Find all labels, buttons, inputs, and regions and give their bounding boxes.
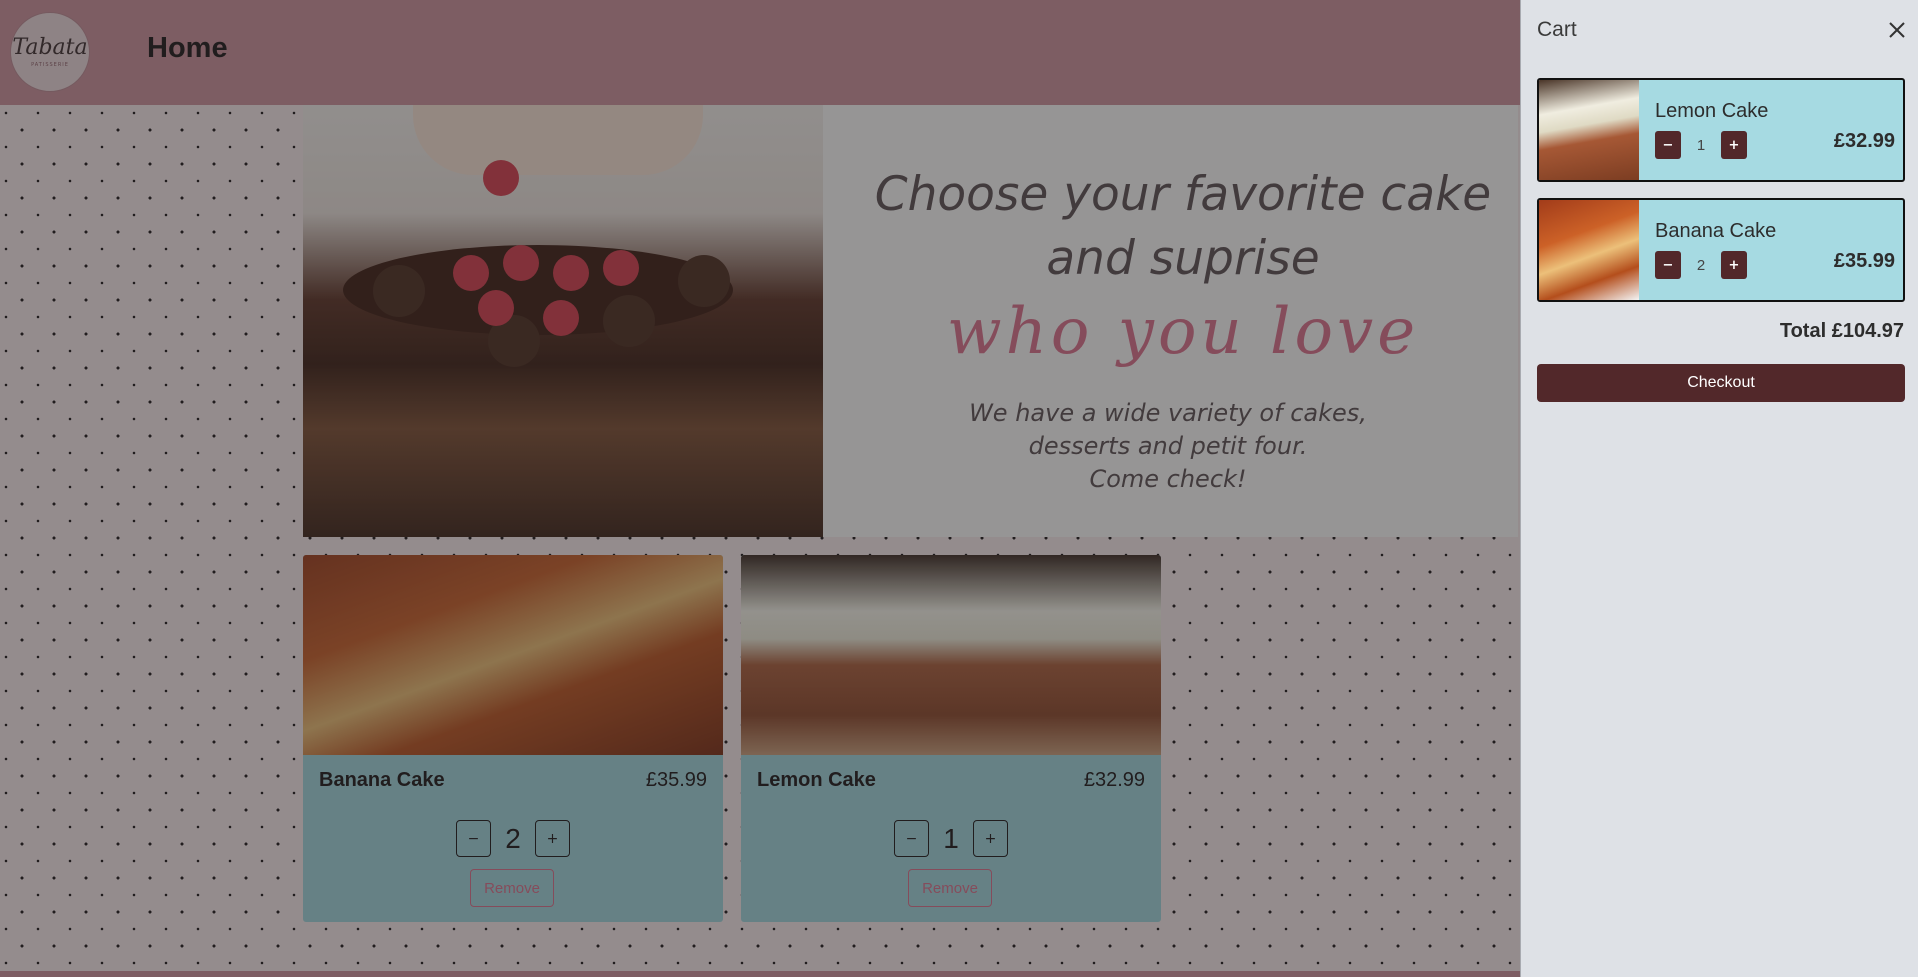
cart-panel: Cart Lemon Cake − 1 + £32.99 Banana Cake… [1520, 0, 1918, 977]
cart-item-name: Lemon Cake [1655, 100, 1769, 122]
cart-item-price: £35.99 [1833, 250, 1895, 272]
modal-backdrop[interactable] [0, 0, 1520, 977]
increase-button[interactable]: + [1721, 251, 1747, 279]
checkout-button[interactable]: Checkout [1537, 364, 1905, 402]
cart-item-name: Banana Cake [1655, 220, 1777, 242]
cart-title: Cart [1537, 18, 1577, 41]
quantity-value: 1 [1696, 136, 1706, 154]
cart-item-price: £32.99 [1833, 130, 1895, 152]
cart-total: Total £104.97 [1779, 320, 1904, 342]
lemon-cake-thumbnail [1539, 80, 1639, 180]
banana-cake-thumbnail [1539, 200, 1639, 300]
decrease-button[interactable]: − [1655, 251, 1681, 279]
increase-button[interactable]: + [1721, 131, 1747, 159]
cart-quantity-stepper: − 1 + [1655, 131, 1747, 159]
cart-item: Lemon Cake − 1 + £32.99 [1537, 78, 1905, 182]
quantity-value: 2 [1696, 256, 1706, 274]
decrease-button[interactable]: − [1655, 131, 1681, 159]
cart-item: Banana Cake − 2 + £35.99 [1537, 198, 1905, 302]
close-icon[interactable] [1885, 18, 1909, 42]
cart-quantity-stepper: − 2 + [1655, 251, 1747, 279]
